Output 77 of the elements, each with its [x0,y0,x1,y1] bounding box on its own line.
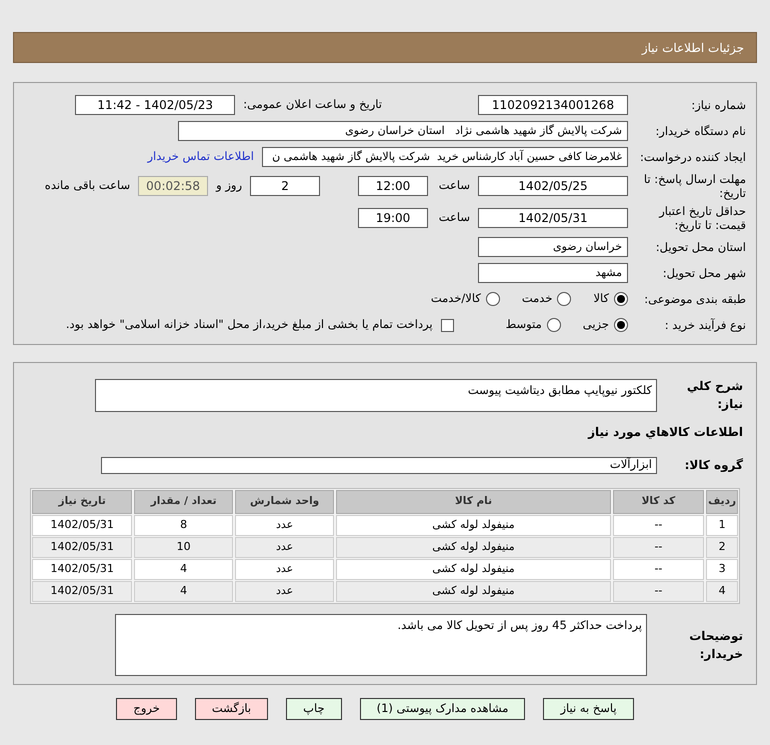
column-header: واحد شمارش [234,490,334,514]
table-cell: -- [612,581,704,602]
field-label: ساعت [438,209,470,226]
action-button[interactable]: مشاهده مدارک پیوستی (1) [360,698,526,720]
table-cell: -- [612,515,704,536]
table-cell: 4 [706,581,738,602]
radio-option[interactable]: جزیی [582,316,628,334]
field-label: گروه کالا: [684,457,743,474]
field-label: استان محل تحویل: [654,240,746,254]
page-title: جزئیات اطلاعات نیاز [642,40,744,56]
table-cell: 1402/05/31 [32,559,132,580]
field-label: ایجاد کننده درخواست: [639,150,746,164]
radio-option[interactable]: متوسط [506,316,561,334]
countdown-field: 00:02:58 [138,176,208,196]
table-cell: 4 [134,581,233,602]
field-label: مهلت ارسال پاسخ: تا تاریخ: [642,172,746,200]
field-label: تاریخ و ساعت اعلان عمومی: [243,96,382,114]
announce-date-field: 1402/05/23 - 11:42 [75,95,236,115]
validity-date-field: 1402/05/31 [478,208,628,228]
action-button[interactable]: چاپ [286,698,342,720]
radio-option[interactable]: کالا [593,290,628,308]
table-cell: 1402/05/31 [32,537,132,558]
radio-option[interactable]: کالا/خدمت [430,290,500,308]
validity-time-field: 19:00 [358,208,428,228]
checkbox-label: پرداخت تمام یا بخشی از مبلغ خرید،از محل "اسناد خزانه اسلامی" خواهد بود. [66,316,433,334]
table-cell: -- [612,537,704,558]
requester-field: غلامرضا کافی حسین آباد کارشناس خرید شرکت پالایش گاز شهید هاشمی ن [262,147,628,167]
field-label: ساعت [438,177,470,194]
field-label: حداقل تاریخ اعتبار قیمت: تا تاریخ: [658,204,746,232]
deadline-date-field: 1402/05/25 [478,176,628,196]
contact-link[interactable]: اطلاعات تماس خریدار [147,148,254,166]
checkbox[interactable] [440,318,454,332]
column-header: نام کالا [336,490,611,514]
field-label: نوع فرآیند خرید : [664,318,746,332]
field-label: شهر محل تحویل: [662,266,746,280]
field-label: روز و [216,177,242,194]
table-cell: 10 [134,537,233,558]
table-cell: 3 [706,559,738,580]
notes-field: پرداخت حداکثر 45 روز پس از تحویل کالا می باشد. [115,614,647,676]
field-label: شرح کلي نياز: [686,378,743,413]
province-field: خراسان رضوی [478,237,628,257]
table-cell: عدد [234,537,334,558]
column-header: کد کالا [612,490,704,514]
field-label: نام دستگاه خریدار: [654,124,746,138]
field-label: طبقه بندی موضوعی: [643,292,746,306]
group-field: ابزارآلات [101,456,657,474]
table-cell: 1402/05/31 [32,515,132,536]
action-button[interactable]: بازگشت [194,698,268,720]
field-label: ساعت باقی مانده [44,177,130,194]
table-cell: 1 [706,515,738,536]
table-cell: منیفولد لوله کشی [336,537,611,558]
table-cell: عدد [234,559,334,580]
action-button[interactable]: خروج [116,698,177,720]
table-cell: 4 [134,559,233,580]
deadline-time-field: 12:00 [358,176,428,196]
city-field: مشهد [478,263,628,283]
table-cell: منیفولد لوله کشی [336,581,611,602]
table-cell: -- [612,559,704,580]
column-header: تاریخ نیاز [32,490,132,514]
action-button[interactable]: پاسخ به نیاز [543,698,634,720]
table-cell: 2 [706,537,738,558]
radio-option[interactable]: خدمت [522,290,572,308]
description-field: کلکتور نیوپایپ مطابق دیتاشیت پیوست [95,378,657,412]
table-cell: عدد [234,581,334,602]
table-cell: عدد [234,515,334,536]
column-header: تعداد / مقدار [134,490,233,514]
table-cell: 8 [134,515,233,536]
column-header: ردیف [706,490,738,514]
section-heading: اطلاعات کالاهاي مورد نياز [586,424,744,441]
table-cell: منیفولد لوله کشی [336,515,611,536]
table-cell: منیفولد لوله کشی [336,559,611,580]
field-label: شماره نیاز: [690,98,746,112]
need-number-field: 1102092134001268 [478,95,628,115]
days-field: 2 [250,176,320,196]
buyer-field: شرکت پالایش گاز شهید هاشمی نژاد استان خراسان رضوی [178,121,628,141]
field-label: توضیحات خریدار: [688,628,743,663]
table-cell: 1402/05/31 [32,581,132,602]
